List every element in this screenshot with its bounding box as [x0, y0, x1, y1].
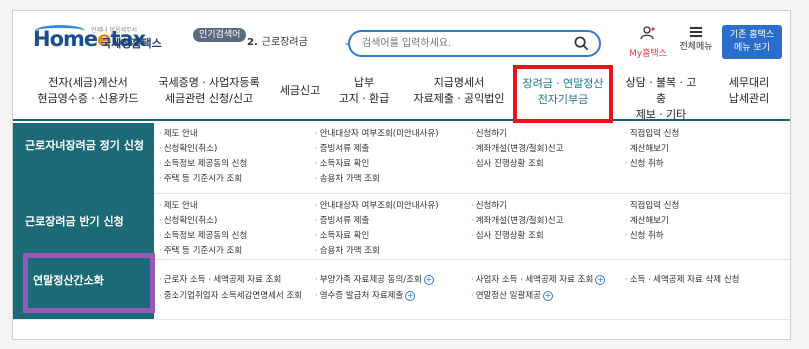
- user-icon: [640, 26, 655, 40]
- menu-link[interactable]: · 소득정보 제공동의 신청: [159, 229, 247, 241]
- nav-label: 지급명세서: [433, 76, 485, 89]
- logo-agency-name: 국세청홈택스: [101, 37, 162, 50]
- menu-link[interactable]: · 사업자 소득ㆍ세액공제 자료 조회 +: [471, 273, 606, 285]
- menu-link[interactable]: · 주택 등 기준시가 조회: [159, 172, 242, 184]
- old-menu-line2: 메뉴 보기: [734, 43, 770, 53]
- nav-item-einvoice[interactable]: 전자(세금)계산서 현금영수증ㆍ신용카드: [33, 75, 143, 117]
- nav-sublabel: 현금영수증ㆍ신용카드: [37, 92, 139, 105]
- menu-link[interactable]: · 소득ㆍ세액공제 자료 삭제 신청: [625, 273, 739, 285]
- main-nav: 전자(세금)계산서 현금영수증ㆍ신용카드 국세증명ㆍ사업자등록 세금관련 신청/…: [13, 65, 790, 123]
- search-box: [348, 30, 601, 57]
- plus-circle-icon[interactable]: +: [542, 290, 553, 301]
- menu-link[interactable]: · 송용차 가액 조회: [315, 172, 380, 184]
- menu-link[interactable]: · 부양가족 자료제공 동의/조회 +: [315, 273, 434, 285]
- menu-link[interactable]: · 계좌개설(변경/철회)신고: [471, 214, 563, 226]
- old-menu-line1: 기존 홈택스: [729, 30, 775, 40]
- nav-sublabel: 세금관련 신청/신고: [164, 92, 254, 105]
- old-menu-button[interactable]: 기존 홈택스 메뉴 보기: [722, 25, 782, 59]
- menu-link[interactable]: · 심사 진행상황 조회: [471, 229, 544, 241]
- section-title-semiannual[interactable]: 근로장려금 반기 신청: [13, 193, 154, 259]
- nav-item-payment-statements[interactable]: 지급명세서 자료제출ㆍ공익법인: [405, 75, 513, 117]
- all-menu-label: 전체메뉴: [679, 42, 713, 52]
- popular-term: 근로장려금: [261, 37, 308, 48]
- all-menu-button[interactable]: 전체메뉴: [676, 25, 716, 52]
- popular-search-dropdown[interactable]: 2.근로장려금 ⌄: [247, 33, 355, 53]
- nav-label: 납부: [353, 76, 375, 89]
- menu-link[interactable]: · 증빙서류 제출: [315, 142, 369, 154]
- menu-link[interactable]: · 제도 안내: [159, 127, 198, 139]
- nav-sublabel: 전자기부금: [537, 93, 589, 106]
- nav-label: 세무대리: [728, 76, 770, 89]
- nav-item-tax-return[interactable]: 세금신고: [275, 75, 325, 117]
- menu-link[interactable]: · 주택 등 기준시가 조회: [159, 244, 242, 256]
- nav-label: 전자(세금)계산서: [48, 76, 128, 89]
- menu-link[interactable]: · 직접입력 신청: [625, 127, 679, 139]
- menu-link[interactable]: · 안내대상자 여부조회(미안내사유): [315, 199, 439, 211]
- menu-link[interactable]: · 신청하기: [471, 199, 507, 211]
- footer-band: [13, 319, 790, 339]
- menu-link[interactable]: · 소득정보 제공동의 신청: [159, 157, 247, 169]
- menu-link[interactable]: · 근로자 소득ㆍ세액공제 자료 조회: [159, 273, 281, 285]
- menu-link[interactable]: · 신청확인(취소): [159, 214, 217, 226]
- nav-item-incentives-yearend[interactable]: 장려금ㆍ연말정산 전자기부금: [513, 65, 613, 123]
- plus-circle-icon[interactable]: +: [595, 274, 606, 285]
- nav-sublabel: 제보ㆍ기타: [635, 108, 687, 121]
- divider: [154, 193, 790, 194]
- menu-link[interactable]: · 소득자료 확인: [315, 229, 369, 241]
- menu-link[interactable]: · 증빙서류 제출: [315, 214, 369, 226]
- nav-label: 상담ㆍ불복ㆍ고충: [625, 76, 697, 105]
- my-label-suffix: 홈택스: [642, 49, 667, 59]
- popular-rank: 2.: [247, 37, 258, 48]
- nav-item-payment[interactable]: 납부 고지ㆍ환급: [331, 75, 397, 117]
- site-header: Homeetax 언제나 믿음세무서 국세청홈택스 인기검색어 2. 근로장려금 …: [13, 11, 790, 63]
- menu-link[interactable]: · 연말정산 일괄제공 +: [471, 289, 553, 301]
- menu-link[interactable]: · 제도 안내: [159, 199, 198, 211]
- nav-sublabel: 고지ㆍ환급: [338, 92, 390, 105]
- menu-link[interactable]: · 소득자료 확인: [315, 157, 369, 169]
- menu-link[interactable]: · 영수증 발급처 자료제출 +: [315, 289, 416, 301]
- menu-link[interactable]: · 계산해보기: [625, 214, 669, 226]
- menu-link[interactable]: · 신청하기: [471, 127, 507, 139]
- nav-item-consulting[interactable]: 상담ㆍ불복ㆍ고충 제보ㆍ기타: [621, 75, 701, 121]
- nav-item-tax-agent[interactable]: 세무대리 납세관리: [719, 75, 779, 117]
- nav-label: 장려금ㆍ연말정산: [522, 77, 604, 90]
- menu-link[interactable]: · 중소기업취업자 소득세감면명세서 조회: [159, 289, 302, 301]
- nav-label: 국세증명ㆍ사업자등록: [158, 76, 260, 89]
- menu-link[interactable]: · 신청확인(취소): [159, 142, 217, 154]
- menu-link[interactable]: · 계산해보기: [625, 142, 669, 154]
- search-input[interactable]: [362, 35, 562, 52]
- menu-link[interactable]: · 신청 취하: [625, 157, 664, 169]
- nav-sublabel: 납세관리: [728, 92, 770, 105]
- hometax-logo[interactable]: Homeetax 언제나 믿음세무서 국세청홈택스: [33, 25, 173, 55]
- section-title-child-incentive[interactable]: 근로자녀장려금 정기 신청: [13, 123, 154, 193]
- my-label-prefix: My: [629, 49, 643, 59]
- menu-link[interactable]: · 안내대상자 여부조회(미안내사유): [315, 127, 439, 139]
- plus-circle-icon[interactable]: +: [423, 274, 434, 285]
- menu-link[interactable]: · 직접입력 신청: [625, 199, 679, 211]
- nav-sublabel: 자료제출ㆍ공익법인: [413, 92, 505, 105]
- hamburger-icon: [676, 27, 716, 37]
- divider: [154, 259, 790, 260]
- menu-link[interactable]: · 승용차 가액 조회: [315, 244, 380, 256]
- popular-search-badge: 인기검색어: [193, 28, 247, 42]
- logo-tagline: 언제나 믿음세무서: [91, 27, 138, 34]
- nav-label: 세금신고: [279, 84, 321, 97]
- browser-viewport: Homeetax 언제나 믿음세무서 국세청홈택스 인기검색어 2. 근로장려금 …: [12, 10, 791, 340]
- nav-item-certificates[interactable]: 국세증명ㆍ사업자등록 세금관련 신청/신고: [150, 75, 268, 117]
- highlight-box: [23, 253, 155, 313]
- plus-circle-icon[interactable]: +: [405, 290, 416, 301]
- menu-link[interactable]: · 신청 취하: [625, 229, 664, 241]
- my-hometax-button[interactable]: My홈택스: [628, 25, 668, 59]
- search-icon[interactable]: [574, 36, 589, 51]
- menu-link[interactable]: · 심사 진행상황 조회: [471, 157, 544, 169]
- menu-link[interactable]: · 계좌개설(변경/철회)신고: [471, 142, 563, 154]
